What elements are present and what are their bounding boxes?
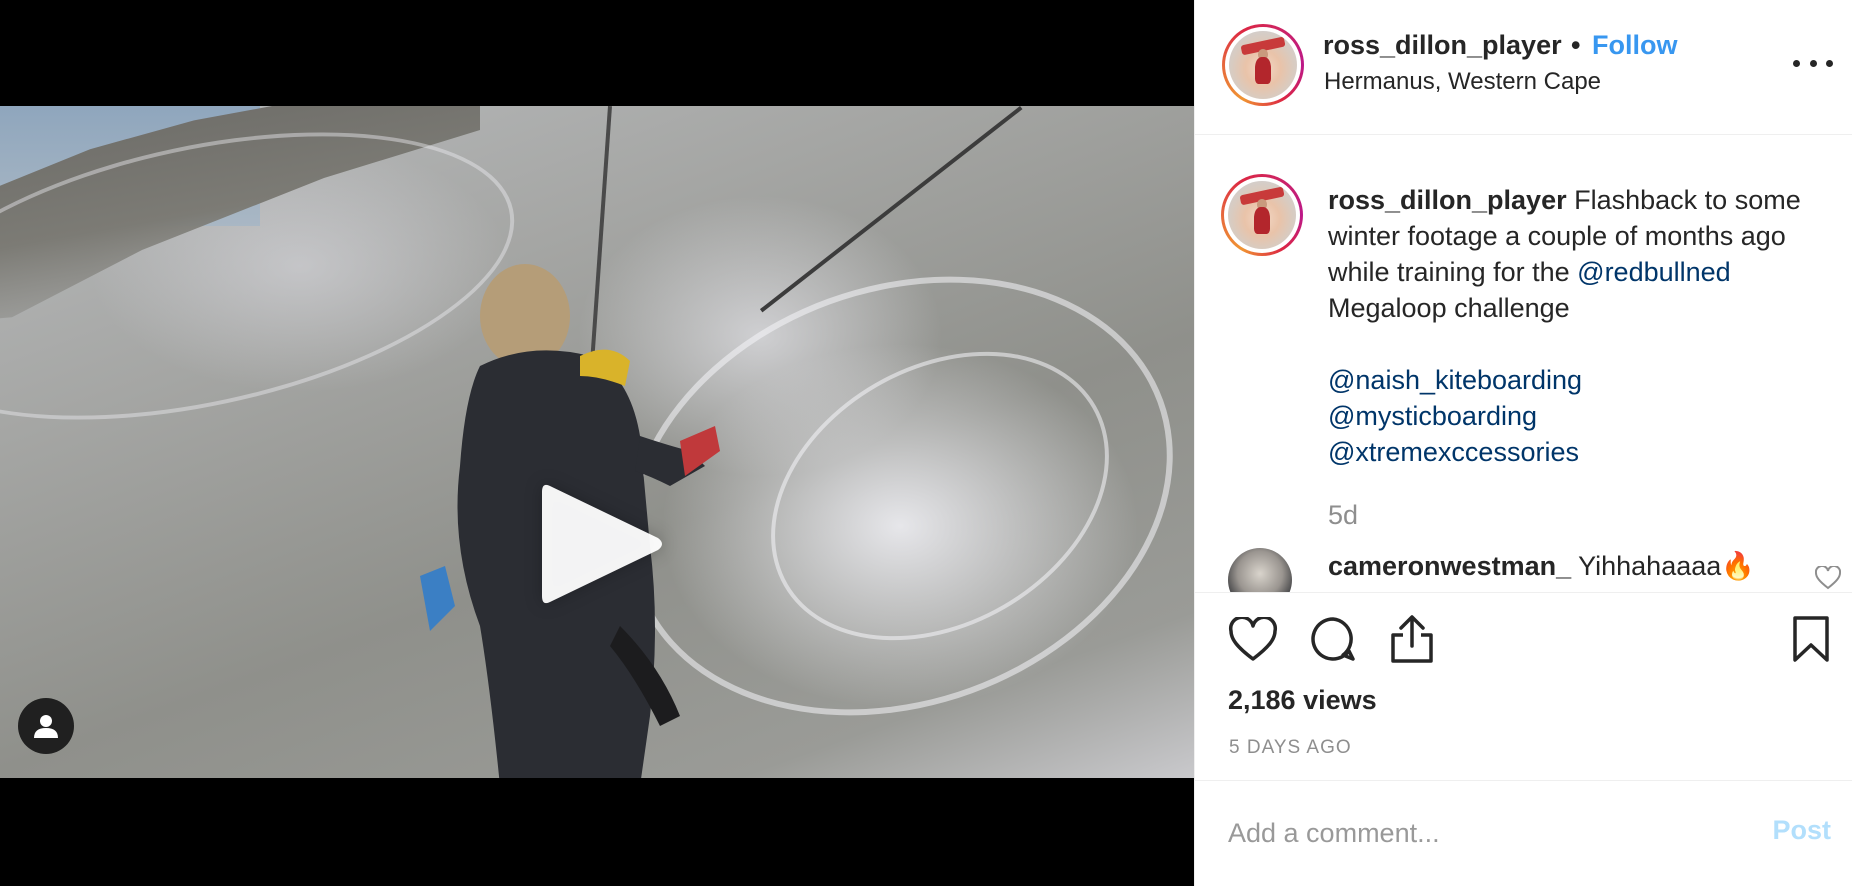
play-button[interactable] [536, 478, 666, 610]
share-icon[interactable] [1389, 613, 1435, 665]
user-tags-button[interactable] [18, 698, 74, 754]
video-frame[interactable] [0, 106, 1194, 778]
post-caption: ross_dillon_player Flashback to some win… [1328, 182, 1828, 470]
post-header: ross_dillon_player • Follow Hermanus, We… [1195, 0, 1852, 135]
comment-item: cameronwestman_ Yihhahaaaa🔥 [1328, 550, 1755, 582]
caption-mention[interactable]: @redbullned [1577, 257, 1731, 287]
comment-icon[interactable] [1309, 615, 1357, 663]
commenter-avatar[interactable] [1228, 548, 1292, 592]
caption-mention[interactable]: @naish_kiteboarding [1328, 362, 1828, 398]
avatar-figure [1253, 206, 1271, 235]
post-side-panel: ross_dillon_player • Follow Hermanus, We… [1194, 0, 1852, 886]
avatar-image [1229, 31, 1297, 99]
avatar-image [1228, 181, 1296, 249]
comments-section[interactable]: ross_dillon_player Flashback to some win… [1195, 136, 1852, 592]
avatar-border [1225, 27, 1301, 103]
bookmark-icon[interactable] [1791, 615, 1831, 663]
avatar-border [1224, 177, 1300, 253]
header-separator: • [1571, 30, 1581, 60]
author-username[interactable]: ross_dillon_player [1323, 30, 1562, 61]
post-media [0, 0, 1194, 886]
add-comment-bar: Post [1195, 780, 1852, 886]
caption-avatar[interactable] [1221, 174, 1303, 256]
play-icon [542, 484, 662, 604]
post-timestamp[interactable]: 5 DAYS AGO [1229, 737, 1352, 759]
caption-age[interactable]: 5d [1328, 500, 1358, 531]
author-avatar[interactable] [1222, 24, 1304, 106]
small-heart-icon[interactable] [1815, 566, 1841, 590]
avatar-figure [1254, 56, 1272, 85]
post-location[interactable]: Hermanus, Western Cape [1324, 68, 1601, 96]
comment-text: Yihhahaaaa🔥 [1578, 551, 1755, 581]
user-tag-icon [34, 715, 58, 738]
post-actions: 2,186 views 5 DAYS AGO [1195, 592, 1852, 782]
caption-mention[interactable]: @mysticboarding [1328, 398, 1828, 434]
caption-mention[interactable]: @xtremexccessories [1328, 434, 1828, 470]
view-count[interactable]: 2,186 views [1228, 685, 1377, 716]
heart-icon[interactable] [1228, 617, 1278, 663]
add-comment-input[interactable] [1228, 811, 1708, 855]
caption-username[interactable]: ross_dillon_player [1328, 185, 1567, 215]
caption-text: Megaloop challenge [1328, 293, 1570, 323]
more-options-icon[interactable] [1793, 48, 1833, 78]
commenter-username[interactable]: cameronwestman_ [1328, 551, 1571, 581]
post-comment-button[interactable]: Post [1772, 815, 1831, 846]
follow-button[interactable]: Follow [1592, 30, 1677, 61]
